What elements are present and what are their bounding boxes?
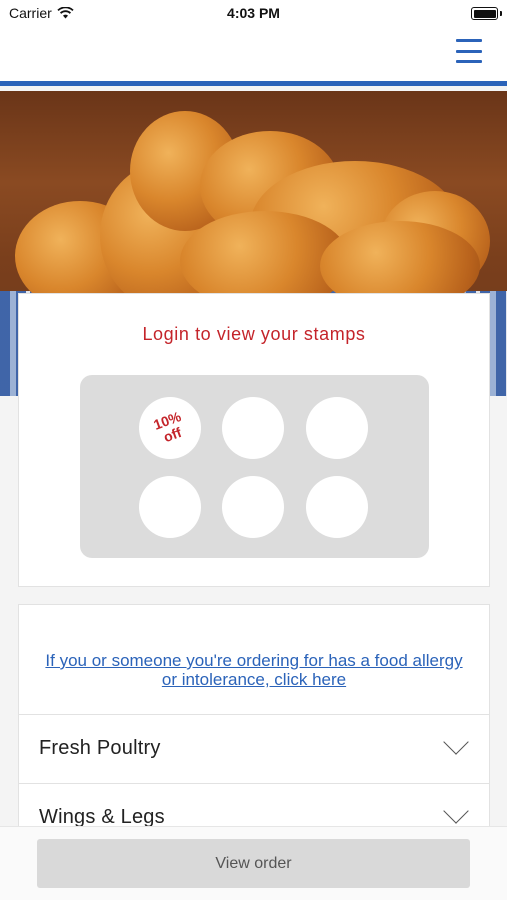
chevron-down-icon <box>443 729 469 755</box>
login-stamps-link[interactable]: Login to view your stamps <box>19 324 489 345</box>
stamp-slot <box>139 476 201 538</box>
hamburger-menu-icon[interactable] <box>456 39 482 63</box>
bottom-bar: View order <box>0 826 507 900</box>
stamp-slot <box>306 397 368 459</box>
stamp-slot <box>222 397 284 459</box>
allergy-info-link[interactable]: If you or someone you're ordering for ha… <box>19 651 489 689</box>
battery-cap <box>500 11 502 16</box>
category-label: Fresh Poultry <box>39 737 161 759</box>
stamp-grid: 10% off <box>80 375 429 558</box>
stamp-reward-slot: 10% off <box>130 388 210 468</box>
stamp-slot <box>306 476 368 538</box>
chevron-down-icon <box>443 798 469 824</box>
status-time: 4:03 PM <box>227 5 280 21</box>
stamp-card: Login to view your stamps 10% off <box>18 293 490 587</box>
stamp-slot <box>222 476 284 538</box>
menu-card: If you or someone you're ordering for ha… <box>18 604 490 844</box>
battery-full-icon <box>471 7 498 20</box>
status-bar: Carrier 4:03 PM <box>0 0 507 28</box>
view-order-button[interactable]: View order <box>37 839 470 888</box>
category-fresh-poultry[interactable]: Fresh Poultry <box>19 714 489 783</box>
stamp-reward-label: 10% off <box>151 408 184 446</box>
app-header <box>0 28 507 86</box>
